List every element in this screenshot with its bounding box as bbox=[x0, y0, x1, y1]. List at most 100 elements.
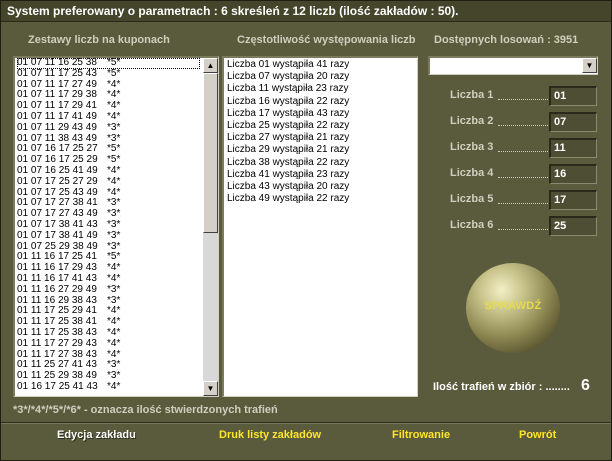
check-button[interactable]: SPRAWDŹ bbox=[466, 263, 560, 353]
check-button-label: SPRAWDŹ bbox=[484, 300, 542, 312]
set-hits: *4* bbox=[107, 348, 121, 360]
set-hits: *4* bbox=[107, 100, 121, 112]
number-label-6: Liczba 6 bbox=[450, 219, 494, 231]
list-item[interactable]: Liczba 41 wystąpiła 23 razy bbox=[227, 169, 349, 181]
number-label-1: Liczba 1 bbox=[450, 89, 494, 101]
set-hits: *4* bbox=[107, 316, 121, 328]
set-hits: *4* bbox=[107, 262, 121, 274]
set-hits: *4* bbox=[107, 326, 121, 338]
filter-button[interactable]: Filtrowanie bbox=[392, 429, 450, 441]
set-hits: *4* bbox=[107, 272, 121, 284]
set-hits: *4* bbox=[107, 305, 121, 317]
list-item[interactable]: Liczba 29 wystąpiła 21 razy bbox=[227, 144, 349, 156]
hits-label: Ilość trafień w zbiór : ........ bbox=[433, 381, 570, 393]
set-numbers: 01 16 17 25 41 43 bbox=[17, 380, 98, 392]
chevron-down-icon[interactable]: ▼ bbox=[582, 58, 597, 73]
set-hits: *5* bbox=[107, 154, 121, 166]
print-list-button[interactable]: Druk listy zakładów bbox=[219, 429, 321, 441]
set-hits: *5* bbox=[107, 67, 121, 79]
set-hits: *4* bbox=[107, 89, 121, 101]
set-hits: *3* bbox=[107, 294, 121, 306]
list-item[interactable]: Liczba 25 wystąpiła 22 razy bbox=[227, 120, 349, 132]
number-label-2: Liczba 2 bbox=[450, 115, 494, 127]
set-numbers: 01 11 17 27 29 43 bbox=[17, 337, 97, 349]
sets-list-items: 01 07 11 16 25 38 *5* 01 07 11 17 25 43 *5*… bbox=[17, 58, 200, 393]
edit-bet-button[interactable]: Edycja zakładu bbox=[57, 429, 136, 441]
number-field-1[interactable]: 01 bbox=[549, 86, 597, 106]
frequency-header: Częstotliwość występowania liczb bbox=[237, 34, 416, 46]
scroll-up-arrow-icon[interactable]: ▲ bbox=[203, 58, 218, 73]
available-draws-label: Dostępnych losowań : 3951 bbox=[434, 34, 579, 46]
dotted-leader bbox=[498, 219, 548, 230]
number-row-3: Liczba 3 11 bbox=[450, 138, 600, 158]
set-hits: *3* bbox=[107, 359, 121, 371]
sets-header: Zestawy liczb na kuponach bbox=[28, 34, 170, 46]
hits-summary: Ilość trafień w zbiór : ........ 6 bbox=[433, 377, 590, 394]
hits-legend-note: *3*/*4*/*5*/*6* - oznacza ilość stwierdz… bbox=[13, 404, 278, 416]
list-item[interactable]: Liczba 01 wystąpiła 41 razy bbox=[227, 59, 349, 71]
set-hits: *4* bbox=[107, 186, 121, 198]
back-button[interactable]: Powrót bbox=[519, 429, 556, 441]
list-item[interactable]: Liczba 17 wystąpiła 43 razy bbox=[227, 108, 349, 120]
set-numbers: 01 07 17 25 27 29 bbox=[17, 175, 98, 187]
dotted-leader bbox=[498, 141, 548, 152]
set-hits: *3* bbox=[107, 121, 121, 133]
number-row-4: Liczba 4 16 bbox=[450, 164, 600, 184]
set-hits: *3* bbox=[107, 283, 121, 295]
list-item[interactable]: 01 16 17 25 41 43 *4* bbox=[17, 380, 200, 393]
set-hits: *3* bbox=[107, 370, 121, 382]
set-hits: *4* bbox=[107, 78, 121, 90]
list-item[interactable]: Liczba 11 wystąpiła 23 razy bbox=[227, 83, 349, 95]
set-numbers: 01 07 11 29 43 49 bbox=[17, 121, 97, 133]
number-row-6: Liczba 6 25 bbox=[450, 216, 600, 236]
number-field-3[interactable]: 11 bbox=[549, 138, 597, 158]
dotted-leader bbox=[498, 193, 548, 204]
set-hits: *5* bbox=[107, 57, 121, 68]
list-item[interactable]: Liczba 27 wystąpiła 21 razy bbox=[227, 132, 349, 144]
number-label-4: Liczba 4 bbox=[450, 167, 494, 179]
hits-value: 6 bbox=[581, 377, 590, 394]
number-field-6[interactable]: 25 bbox=[549, 216, 597, 236]
set-numbers: 01 11 16 27 29 49 bbox=[17, 283, 97, 295]
dotted-leader bbox=[498, 167, 548, 178]
set-hits: *3* bbox=[107, 218, 121, 230]
dotted-leader bbox=[498, 89, 548, 100]
frequency-listbox[interactable]: Liczba 01 wystąpiła 41 razy Liczba 07 wys… bbox=[222, 56, 418, 397]
list-item[interactable]: Liczba 16 wystąpiła 22 razy bbox=[227, 96, 349, 108]
set-numbers: 01 07 11 17 25 43 bbox=[17, 67, 97, 79]
set-hits: *3* bbox=[107, 240, 121, 252]
sets-scrollbar[interactable]: ▲ ▼ bbox=[203, 58, 218, 396]
list-item[interactable]: Liczba 43 wystąpiła 20 razy bbox=[227, 181, 349, 193]
set-numbers: 01 07 17 38 41 49 bbox=[17, 229, 98, 241]
set-hits: *3* bbox=[107, 197, 121, 209]
scroll-down-arrow-icon[interactable]: ▼ bbox=[203, 381, 218, 396]
list-item[interactable]: Liczba 38 wystąpiła 22 razy bbox=[227, 157, 349, 169]
list-item[interactable]: Liczba 07 wystąpiła 20 razy bbox=[227, 71, 349, 83]
set-hits: *4* bbox=[107, 337, 121, 349]
divider bbox=[1, 423, 611, 424]
number-field-4[interactable]: 16 bbox=[549, 164, 597, 184]
set-hits: *4* bbox=[107, 110, 121, 122]
window-title: System preferowany o parametrach : 6 skr… bbox=[1, 1, 611, 22]
set-hits: *4* bbox=[107, 164, 121, 176]
sets-listbox[interactable]: 01 07 11 16 25 38 *5* 01 07 11 17 25 43 *5*… bbox=[13, 56, 219, 397]
number-field-2[interactable]: 07 bbox=[549, 112, 597, 132]
number-row-2: Liczba 2 07 bbox=[450, 112, 600, 132]
draw-select[interactable]: ▼ bbox=[428, 56, 598, 75]
number-label-3: Liczba 3 bbox=[450, 141, 494, 153]
number-label-5: Liczba 5 bbox=[450, 193, 494, 205]
number-field-5[interactable]: 17 bbox=[549, 190, 597, 210]
number-row-1: Liczba 1 01 bbox=[450, 86, 600, 106]
frequency-list-items: Liczba 01 wystąpiła 41 razy Liczba 07 wys… bbox=[227, 59, 349, 205]
set-hits: *5* bbox=[107, 251, 121, 263]
dotted-leader bbox=[498, 115, 548, 126]
number-row-5: Liczba 5 17 bbox=[450, 190, 600, 210]
app-window: System preferowany o parametrach : 6 skr… bbox=[0, 0, 612, 461]
set-hits: *3* bbox=[107, 132, 121, 144]
set-hits: *4* bbox=[107, 175, 121, 187]
list-item[interactable]: Liczba 49 wystąpiła 22 razy bbox=[227, 193, 349, 205]
set-hits: *4* bbox=[107, 380, 121, 392]
scroll-thumb[interactable] bbox=[203, 73, 218, 233]
set-hits: *3* bbox=[107, 229, 121, 241]
set-hits: *3* bbox=[107, 208, 121, 220]
